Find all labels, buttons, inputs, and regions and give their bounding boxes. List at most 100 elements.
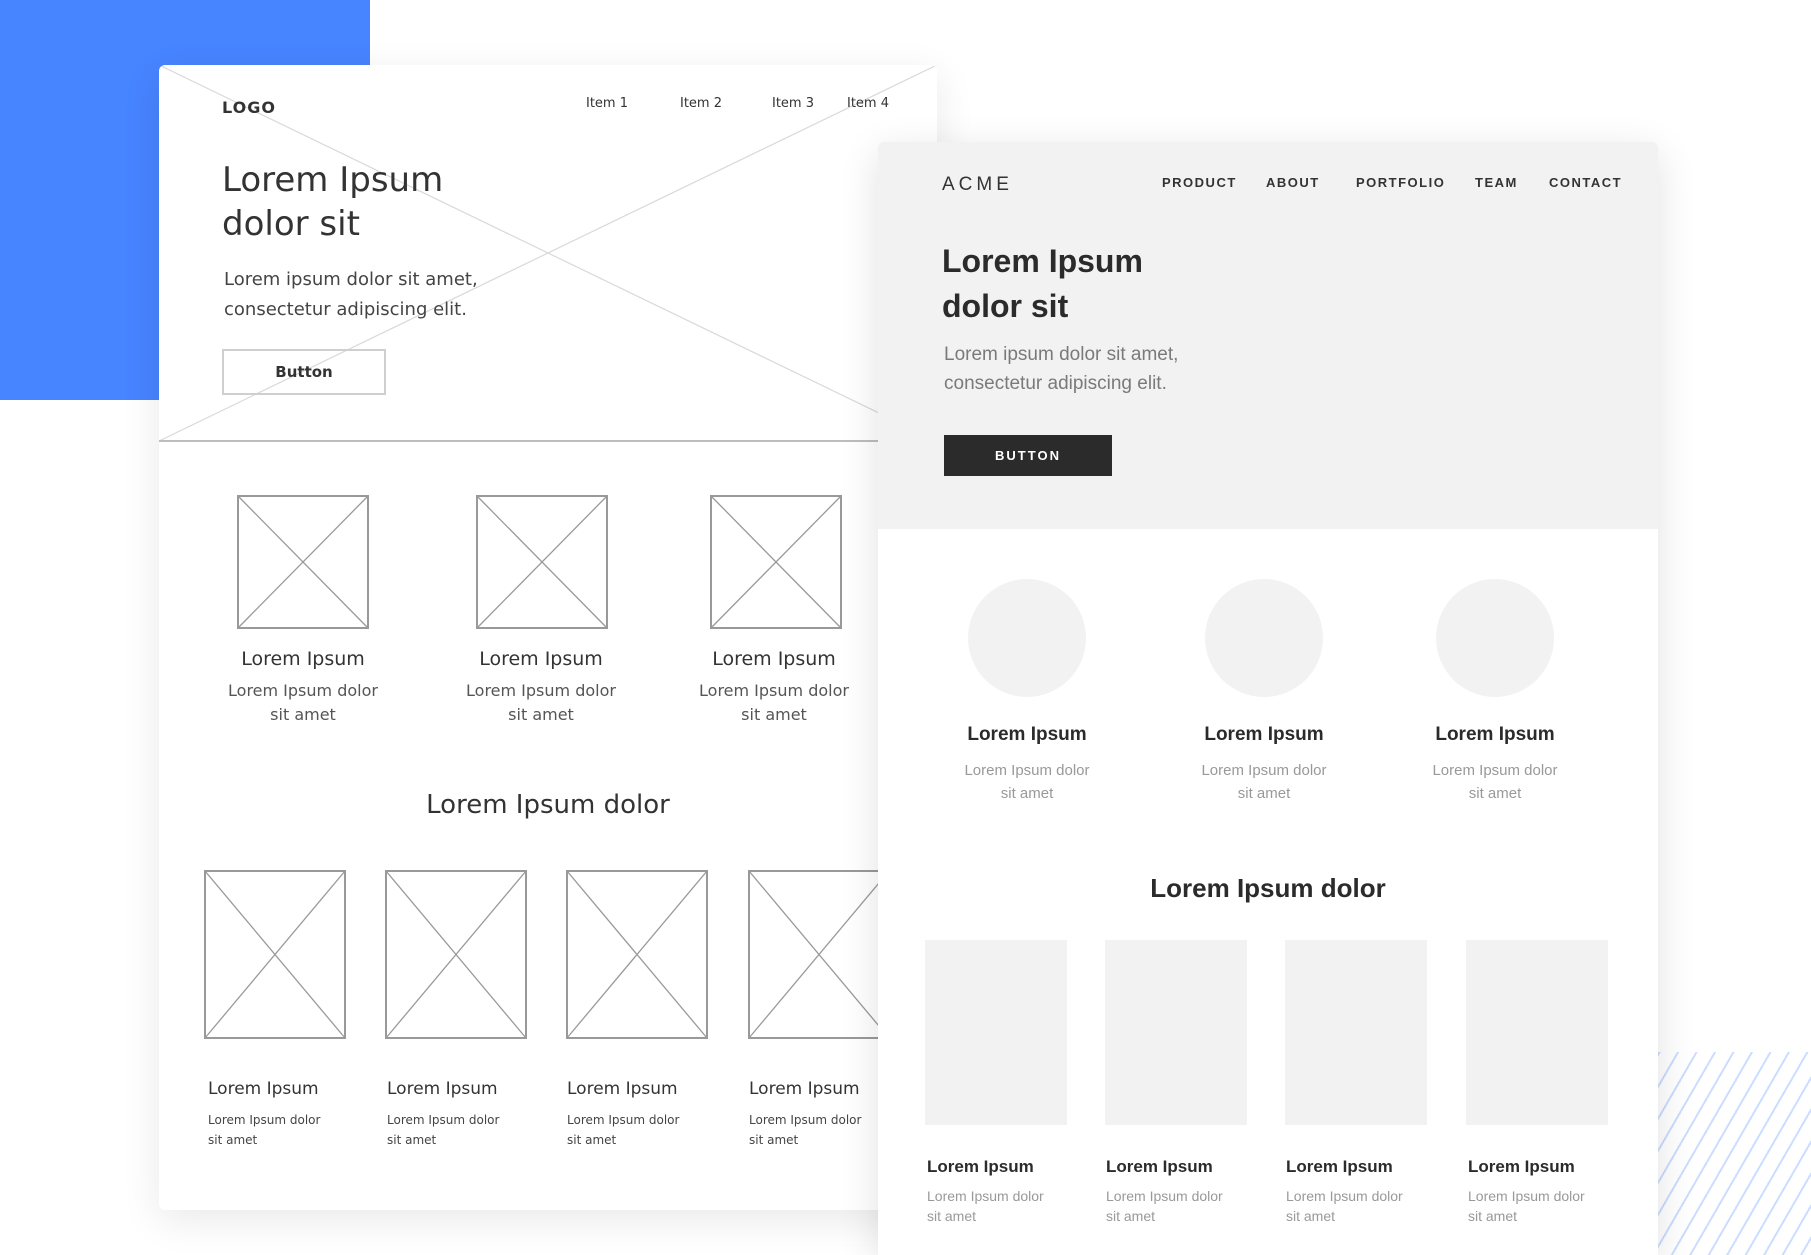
hero-title-line: dolor sit xyxy=(222,204,360,244)
feature-title: Lorem Ipsum xyxy=(479,648,603,670)
image-placeholder-icon xyxy=(385,870,527,1039)
hero-button[interactable]: BUTTON xyxy=(944,435,1112,476)
nav-item-product[interactable]: PRODUCT xyxy=(1162,175,1237,190)
card-title: Lorem Ipsum xyxy=(208,1079,319,1099)
card-desc-line: sit amet xyxy=(1106,1208,1156,1224)
feature-desc: Lorem Ipsum dolor sit amet xyxy=(664,679,884,727)
hero-lead: Lorem ipsum dolor sit amet, consectetur … xyxy=(224,265,544,325)
card-desc: Lorem Ipsum dolor sit amet xyxy=(1468,1186,1608,1226)
feature-desc: Lorem Ipsum dolor sit amet xyxy=(1154,759,1374,805)
clean-wireframe: ACME PRODUCT ABOUT PORTFOLIO TEAM CONTAC… xyxy=(878,142,1658,1255)
hero-title-line: Lorem Ipsum xyxy=(942,243,1143,279)
image-placeholder-icon xyxy=(566,870,708,1039)
card-desc-line: sit amet xyxy=(1286,1208,1336,1224)
card-title: Lorem Ipsum xyxy=(387,1079,498,1099)
hero-title: Lorem Ipsum dolor sit xyxy=(222,158,602,246)
section-title: Lorem Ipsum dolor xyxy=(1150,873,1386,903)
card-desc-line: sit amet xyxy=(387,1133,437,1147)
card-desc: Lorem Ipsum dolor sit amet xyxy=(749,1110,879,1150)
card-title: Lorem Ipsum xyxy=(567,1079,678,1099)
card-desc: Lorem Ipsum dolor sit amet xyxy=(208,1110,338,1150)
feature-title: Lorem Ipsum xyxy=(967,724,1087,745)
nav-item-1[interactable]: Item 1 xyxy=(586,96,628,111)
card-desc-line: sit amet xyxy=(749,1133,799,1147)
hero-lead-line: consectetur adipiscing elit. xyxy=(224,299,467,320)
nav-item-3[interactable]: Item 3 xyxy=(772,96,814,111)
logo[interactable]: LOGO xyxy=(222,98,276,117)
feature-desc-line: Lorem Ipsum dolor xyxy=(1201,762,1327,779)
image-placeholder-block xyxy=(925,940,1067,1125)
feature-desc-line: sit amet xyxy=(741,705,807,724)
feature-desc-line: sit amet xyxy=(1237,785,1291,802)
card-desc-line: Lorem Ipsum dolor xyxy=(749,1113,862,1127)
card-desc-line: sit amet xyxy=(927,1208,977,1224)
card-title: Lorem Ipsum xyxy=(1106,1157,1213,1176)
feature-desc: Lorem Ipsum dolor sit amet xyxy=(431,679,651,727)
feature-desc-line: Lorem Ipsum dolor xyxy=(466,681,616,700)
feature-desc: Lorem Ipsum dolor sit amet xyxy=(917,759,1137,805)
card-desc-line: Lorem Ipsum dolor xyxy=(1468,1188,1585,1204)
hero-title-line: dolor sit xyxy=(942,288,1069,324)
hero-lead-line: Lorem ipsum dolor sit amet, xyxy=(944,344,1179,365)
image-placeholder-icon xyxy=(710,495,842,629)
feature-desc-line: Lorem Ipsum dolor xyxy=(964,762,1090,779)
image-placeholder-block xyxy=(1285,940,1427,1125)
logo[interactable]: ACME xyxy=(942,174,1013,196)
card-desc: Lorem Ipsum dolor sit amet xyxy=(1286,1186,1426,1226)
image-placeholder-circle xyxy=(1436,579,1554,697)
feature-desc-line: sit amet xyxy=(1468,785,1522,802)
card-desc-line: sit amet xyxy=(208,1133,258,1147)
card-title: Lorem Ipsum xyxy=(1468,1157,1575,1176)
sketch-wireframe: LOGO Item 1 Item 2 Item 3 Item 4 Lorem I… xyxy=(159,65,937,1210)
feature-title: Lorem Ipsum xyxy=(712,648,836,670)
hero-lead-line: Lorem ipsum dolor sit amet, xyxy=(224,269,478,290)
card-desc-line: Lorem Ipsum dolor xyxy=(927,1188,1044,1204)
feature-title: Lorem Ipsum xyxy=(1435,724,1555,745)
image-placeholder-icon xyxy=(476,495,608,629)
card-title: Lorem Ipsum xyxy=(749,1079,860,1099)
feature-desc: Lorem Ipsum dolor sit amet xyxy=(193,679,413,727)
image-placeholder-icon xyxy=(237,495,369,629)
image-placeholder-circle xyxy=(1205,579,1323,697)
image-placeholder-block xyxy=(1466,940,1608,1125)
card-desc-line: sit amet xyxy=(1468,1208,1518,1224)
image-placeholder-circle xyxy=(968,579,1086,697)
card-desc-line: Lorem Ipsum dolor xyxy=(208,1113,321,1127)
feature-title: Lorem Ipsum xyxy=(1204,724,1324,745)
feature-desc-line: Lorem Ipsum dolor xyxy=(228,681,378,700)
card-title: Lorem Ipsum xyxy=(1286,1157,1393,1176)
card-title: Lorem Ipsum xyxy=(927,1157,1034,1176)
card-desc-line: Lorem Ipsum dolor xyxy=(1286,1188,1403,1204)
hero-title-line: Lorem Ipsum xyxy=(222,160,444,200)
nav-item-contact[interactable]: CONTACT xyxy=(1549,175,1622,190)
nav-item-about[interactable]: ABOUT xyxy=(1266,175,1320,190)
image-placeholder-block xyxy=(1105,940,1247,1125)
image-placeholder-icon xyxy=(204,870,346,1039)
hero-lead-line: consectetur adipiscing elit. xyxy=(944,373,1167,394)
nav-item-team[interactable]: TEAM xyxy=(1475,175,1518,190)
card-desc: Lorem Ipsum dolor sit amet xyxy=(387,1110,517,1150)
section-title: Lorem Ipsum dolor xyxy=(426,790,670,820)
feature-desc-line: sit amet xyxy=(508,705,574,724)
nav-item-portfolio[interactable]: PORTFOLIO xyxy=(1356,175,1445,190)
nav-item-4[interactable]: Item 4 xyxy=(847,96,889,111)
card-desc-line: Lorem Ipsum dolor xyxy=(1106,1188,1223,1204)
hero-title: Lorem Ipsum dolor sit xyxy=(942,239,1272,329)
card-desc-line: Lorem Ipsum dolor xyxy=(387,1113,500,1127)
image-placeholder-icon xyxy=(748,870,890,1039)
card-desc: Lorem Ipsum dolor sit amet xyxy=(1106,1186,1246,1226)
card-desc-line: Lorem Ipsum dolor xyxy=(567,1113,680,1127)
hero-button[interactable]: Button xyxy=(222,349,386,395)
feature-desc-line: Lorem Ipsum dolor xyxy=(699,681,849,700)
card-desc: Lorem Ipsum dolor sit amet xyxy=(567,1110,697,1150)
feature-desc: Lorem Ipsum dolor sit amet xyxy=(1385,759,1605,805)
feature-desc-line: sit amet xyxy=(1000,785,1054,802)
feature-desc-line: sit amet xyxy=(270,705,336,724)
hero-divider xyxy=(159,440,937,442)
decorative-stripes xyxy=(1640,1052,1811,1255)
nav-item-2[interactable]: Item 2 xyxy=(680,96,722,111)
card-desc-line: sit amet xyxy=(567,1133,617,1147)
hero-lead: Lorem ipsum dolor sit amet, consectetur … xyxy=(944,340,1244,398)
feature-desc-line: Lorem Ipsum dolor xyxy=(1432,762,1558,779)
feature-title: Lorem Ipsum xyxy=(241,648,365,670)
